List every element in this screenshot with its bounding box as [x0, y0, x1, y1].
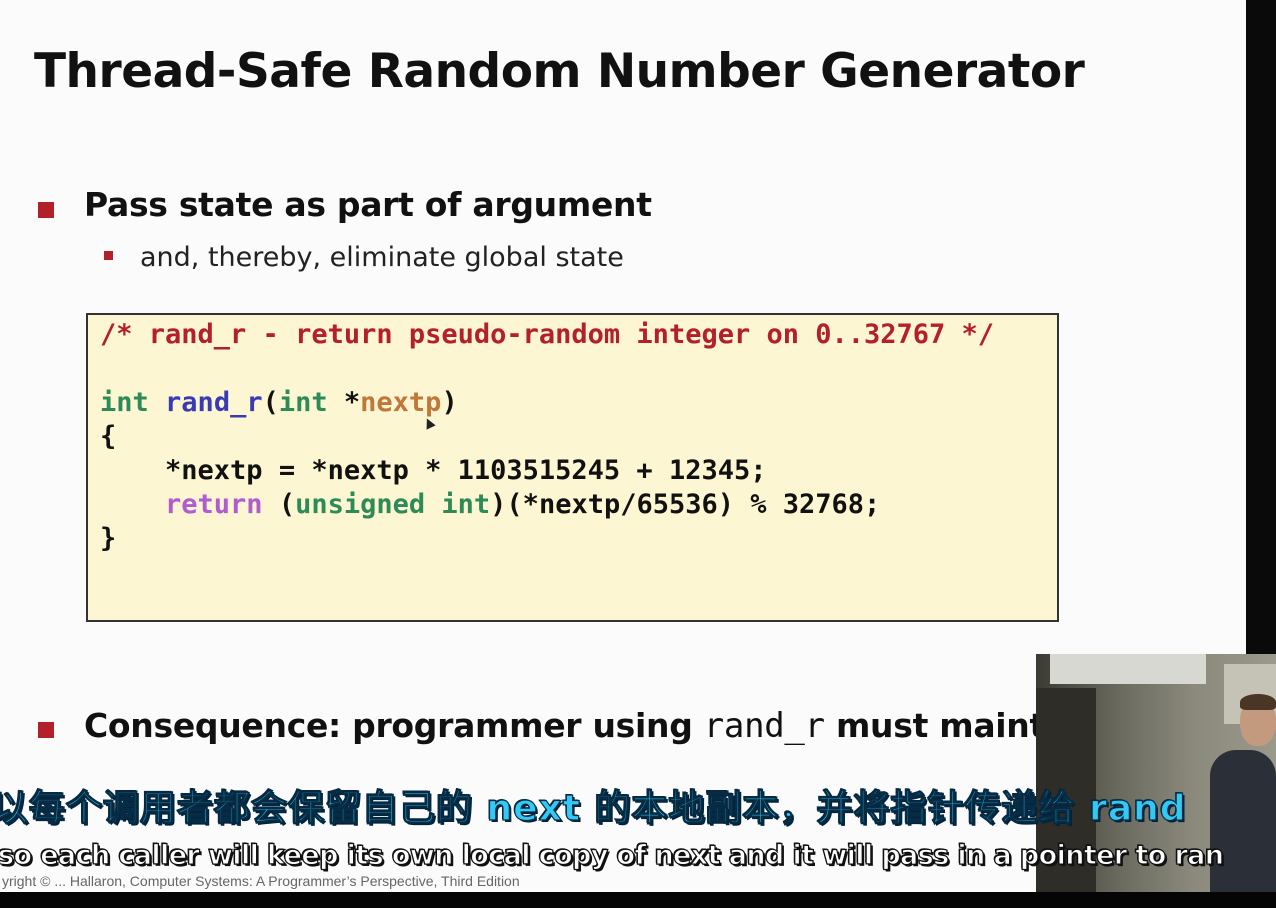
speaker-hair — [1240, 694, 1276, 710]
code-listing: /* rand_r - return pseudo-random integer… — [100, 318, 994, 556]
code-paren-close: ) — [441, 387, 458, 418]
consequence-prefix: Consequence: programmer using — [84, 706, 704, 745]
code-return-type: int — [100, 387, 149, 418]
copyright-footer: yright © ... Hallaron, Computer Systems:… — [2, 873, 520, 889]
webcam-projector-screen — [1050, 654, 1206, 684]
code-paren-open: ( — [262, 387, 279, 418]
code-return-keyword: return — [165, 489, 263, 520]
sub-bullet-global-state: and, thereby, eliminate global state — [140, 242, 624, 273]
code-cast-type: unsigned int — [295, 489, 491, 520]
code-comment: /* rand_r - return pseudo-random integer… — [100, 319, 995, 350]
code-return-expr: )(*nextp/65536) % 32768; — [490, 489, 881, 520]
bullet-pass-state: Pass state as part of argument — [84, 185, 652, 224]
bullet-marker — [38, 202, 54, 218]
subtitle-english: so each caller will keep its own local c… — [0, 839, 1225, 871]
code-line-update: *nextp = *nextp * 1103515245 + 12345; — [165, 455, 767, 486]
code-function-name: rand_r — [165, 387, 263, 418]
consequence-suffix: must maint — [824, 706, 1045, 745]
code-pointer: * — [327, 387, 361, 418]
slide-title: Thread-Safe Random Number Generator — [34, 44, 1085, 99]
code-open-brace: { — [100, 421, 117, 452]
code-param-name: nextp — [360, 387, 442, 418]
code-close-brace: } — [100, 523, 117, 554]
bullet-consequence: Consequence: programmer using rand_r mus… — [84, 706, 1045, 746]
sub-bullet-marker — [104, 251, 113, 260]
code-param-type: int — [278, 387, 328, 418]
bullet-marker — [38, 722, 54, 738]
video-bottom-bar — [0, 892, 1276, 908]
code-cast-open: ( — [262, 489, 296, 520]
consequence-code: rand_r — [703, 706, 825, 746]
subtitle-chinese: 以每个调用者都会保留自己的 next 的本地副本，并将指针传递给 rand — [0, 787, 1187, 829]
